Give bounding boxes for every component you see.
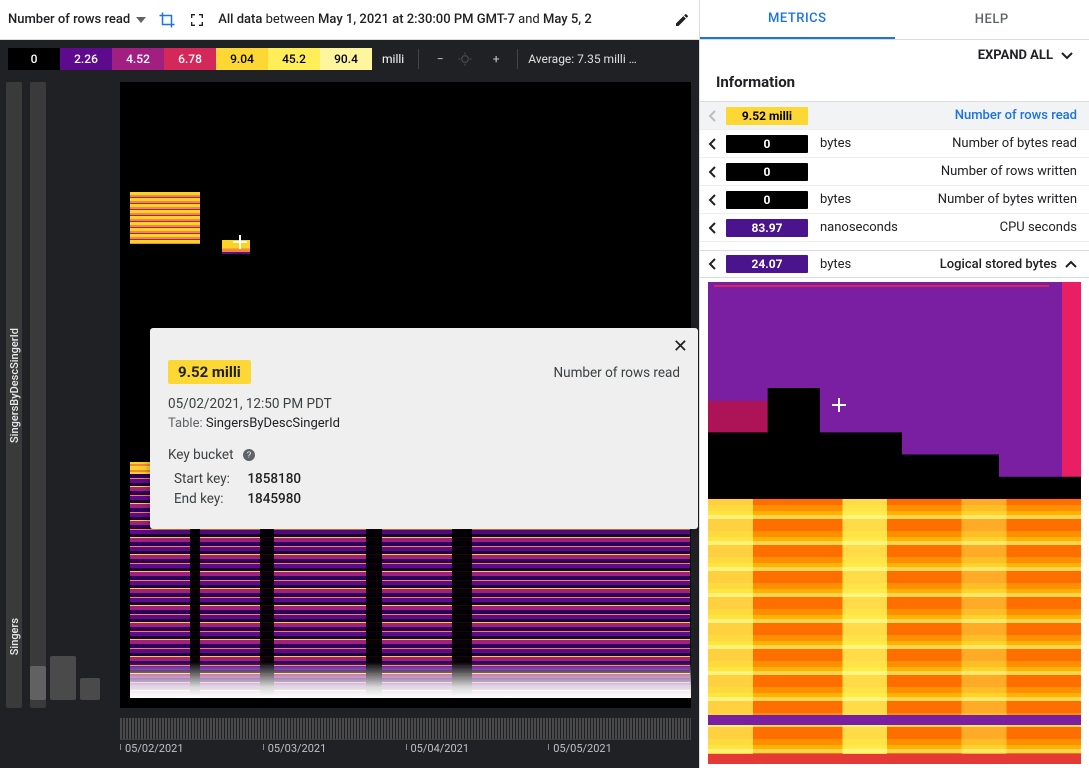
metric-value-pill: 24.07 (726, 255, 808, 273)
timeline-tick: 05/03/2021 (263, 742, 406, 755)
reset-zoom-icon[interactable] (457, 51, 479, 67)
close-icon[interactable]: ✕ (673, 338, 688, 356)
metric-value-pill: 9.52 milli (726, 107, 808, 125)
start-key-value: 1858180 (247, 471, 301, 487)
svg-text:?: ? (247, 451, 252, 460)
edit-icon[interactable] (673, 11, 691, 29)
metric-name: Number of rows read (912, 108, 1077, 123)
expand-all-button[interactable]: EXPAND ALL (700, 40, 1089, 67)
timeline-tick: 05/04/2021 (406, 742, 549, 755)
tooltip-keybucket-label: Key bucket (168, 447, 233, 463)
row-gutters: SingersByDescSingerId Singers (0, 78, 120, 768)
chevron-down-icon (1061, 52, 1073, 60)
metric-row[interactable]: 9.52 milli Number of rows read (700, 102, 1089, 130)
timeline-tick: 05/05/2021 (548, 742, 691, 755)
metric-name: CPU seconds (912, 220, 1077, 235)
metric-row[interactable]: 0 bytesNumber of bytes read (700, 130, 1089, 158)
tab-metrics[interactable]: METRICS (700, 0, 895, 39)
zoom-in-icon[interactable]: + (485, 52, 507, 66)
tooltip-timestamp: 05/02/2021, 12:50 PM PDT (168, 396, 680, 412)
legend-bar: 02.264.526.789.0445.290.4 milli − + Aver… (0, 40, 699, 78)
end-key-label: End key: (174, 491, 244, 507)
chevron-left-icon[interactable] (708, 138, 722, 150)
chevron-left-icon[interactable] (708, 194, 722, 206)
legend-swatch: 45.2 (268, 48, 320, 70)
metric-row-expanded[interactable]: 24.07 bytes Logical stored bytes (700, 250, 1089, 278)
caret-down-icon (136, 17, 146, 23)
metric-row[interactable]: 0 Number of rows written (700, 158, 1089, 186)
legend-swatch: 2.26 (60, 48, 112, 70)
end-key-value: 1845980 (247, 491, 301, 507)
heatmap-area: SingersByDescSingerId Singers 05/02/2021… (0, 78, 699, 768)
help-icon[interactable]: ? (241, 447, 257, 463)
metric-name: Logical stored bytes (912, 257, 1057, 272)
fullscreen-icon[interactable] (188, 11, 206, 29)
legend-swatch: 0 (8, 48, 60, 70)
metric-row[interactable]: 0 bytesNumber of bytes written (700, 186, 1089, 214)
metric-value-pill: 0 (726, 135, 808, 153)
metric-name: Number of bytes written (912, 192, 1077, 207)
gutter-label-a: SingersByDescSingerId (8, 328, 21, 443)
expand-all-label: EXPAND ALL (978, 48, 1053, 63)
legend-average: Average: 7.35 milli … (528, 52, 637, 66)
crop-icon[interactable] (158, 11, 176, 29)
chevron-up-icon[interactable] (1065, 260, 1077, 268)
tooltip-card: ✕ 9.52 milli Number of rows read 05/02/2… (150, 328, 698, 529)
metric-name: Number of rows written (912, 164, 1077, 179)
metric-unit: nanoseconds (820, 220, 912, 235)
tooltip-table-label: Table: (168, 416, 203, 431)
information-heading: Information (700, 67, 1089, 101)
metric-value-pill: 83.97 (726, 219, 808, 237)
date-range-text: All data between May 1, 2021 at 2:30:00 … (218, 12, 661, 27)
tooltip-table-value: SingersByDescSingerId (206, 416, 340, 431)
tooltip-metric-name: Number of rows read (554, 365, 680, 381)
heat-cluster (130, 192, 200, 244)
gutter-label-b: Singers (8, 618, 21, 655)
tab-help[interactable]: HELP (895, 0, 1089, 39)
legend-swatch: 6.78 (164, 48, 216, 70)
legend-swatch: 9.04 (216, 48, 268, 70)
legend-swatch: 4.52 (112, 48, 164, 70)
mini-heatmap[interactable] (700, 282, 1089, 764)
right-tabs: METRICS HELP (700, 0, 1089, 40)
crosshair-icon (832, 398, 846, 412)
heat-cluster-selected (222, 240, 250, 254)
start-key-label: Start key: (174, 471, 244, 487)
chevron-left-icon[interactable] (708, 222, 722, 234)
metric-dropdown[interactable]: Number of rows read (8, 12, 146, 27)
timeline-tick: 05/02/2021 (120, 742, 263, 755)
legend-swatch: 90.4 (320, 48, 372, 70)
tooltip-value-pill: 9.52 milli (168, 360, 251, 384)
metric-value-pill: 0 (726, 191, 808, 209)
metric-unit: bytes (820, 257, 912, 272)
legend-unit: milli (382, 52, 404, 66)
top-toolbar: Number of rows read All data between May… (0, 0, 699, 40)
heat-band-fade (130, 662, 691, 698)
metric-unit: bytes (820, 192, 912, 207)
metric-unit: bytes (820, 136, 912, 151)
metric-list: 9.52 milliNumber of rows read0bytesNumbe… (700, 101, 1089, 242)
zoom-out-icon[interactable]: − (429, 52, 451, 66)
metric-dropdown-label: Number of rows read (8, 12, 130, 27)
metric-row[interactable]: 83.97 nanosecondsCPU seconds (700, 214, 1089, 242)
chevron-left-icon[interactable] (708, 110, 722, 122)
metric-value-pill: 0 (726, 163, 808, 181)
chevron-left-icon[interactable] (708, 258, 722, 270)
metric-name: Number of bytes read (912, 136, 1077, 151)
timeline-strip: 05/02/202105/03/202105/04/202105/05/2021 (120, 712, 691, 758)
chevron-left-icon[interactable] (708, 166, 722, 178)
